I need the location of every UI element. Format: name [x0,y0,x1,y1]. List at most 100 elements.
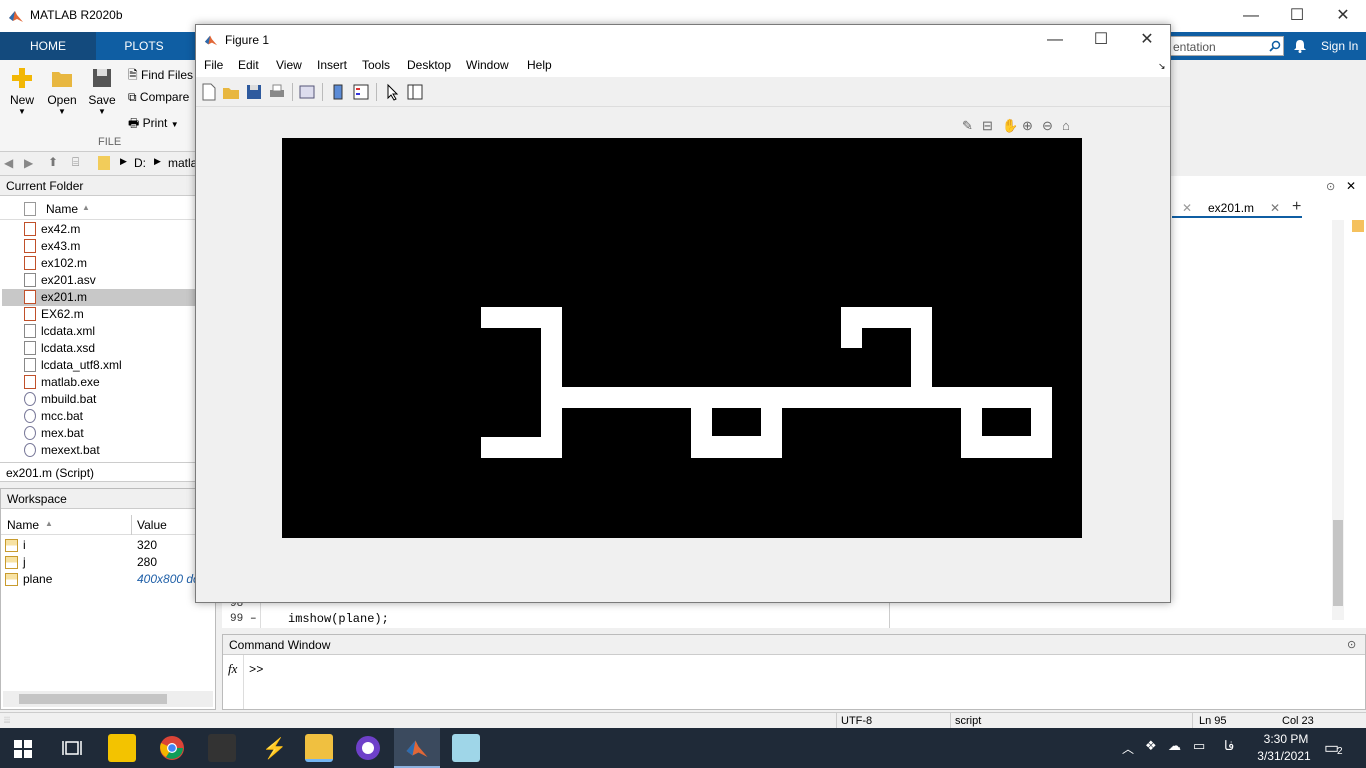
figure-minimize-button[interactable]: — [1032,25,1078,55]
fx-icon[interactable]: fx [228,661,237,677]
clock-time[interactable]: 3:30 PM [1256,732,1316,746]
close-tab-icon[interactable]: ✕ [1182,201,1192,215]
figure-close-button[interactable]: ✕ [1124,25,1170,55]
workspace-value-column[interactable]: Value [137,518,167,532]
tab-plots[interactable]: PLOTS [96,32,192,60]
file-item[interactable]: ex43.m [22,238,196,255]
forward-icon[interactable]: ▶ [24,156,33,170]
print-button[interactable]: 🖶 Print ▼ [128,114,196,135]
menu-window[interactable]: Window [466,58,509,72]
column-divider[interactable] [131,515,132,535]
property-inspector-icon[interactable] [406,83,424,101]
file-item[interactable]: EX62.m [22,306,196,323]
github-icon[interactable] [355,735,381,761]
path-folder[interactable]: matla [168,156,197,170]
breakpoint-marker[interactable]: – [250,613,257,625]
menu-help[interactable]: Help [527,58,552,72]
file-item[interactable]: lcdata_utf8.xml [22,357,196,374]
file-item[interactable]: matlab.exe [22,374,196,391]
chrome-icon[interactable] [159,735,185,761]
panel-options-icon[interactable]: ⊙ [1347,638,1356,651]
save-button[interactable]: Save ▼ [84,66,120,116]
sign-in-link[interactable]: Sign In [1321,39,1358,53]
workspace-name-column[interactable]: Name [7,518,39,532]
close-tab-icon[interactable]: ✕ [1270,201,1280,215]
new-figure-icon[interactable] [200,83,218,101]
insert-legend-icon[interactable] [352,83,370,101]
flash-app-icon[interactable]: ⚡ [262,736,287,761]
zoom-in-icon[interactable]: ⊕ [1022,118,1033,134]
task-view-icon[interactable] [62,739,82,757]
edit-plot-cursor-icon[interactable] [384,83,402,101]
home-icon[interactable]: ⌂ [1062,118,1070,133]
code-line[interactable]: imshow(plane); [288,612,389,626]
file-item[interactable]: mcc.bat [22,408,196,425]
file-item[interactable]: mexext.bat [22,442,196,459]
cloud-icon[interactable]: ☁ [1168,738,1181,754]
print-figure-icon[interactable] [268,83,286,101]
workspace-horizontal-scrollbar[interactable] [3,691,213,707]
menu-insert[interactable]: Insert [317,58,347,72]
file-item[interactable]: ex201.m [2,289,196,306]
battery-icon[interactable]: ▭ [1193,738,1205,754]
menu-view[interactable]: View [276,58,302,72]
file-item[interactable]: mbuild.bat [22,391,196,408]
figure-image[interactable] [282,138,1082,538]
maximize-button[interactable]: ☐ [1274,0,1320,32]
menu-edit[interactable]: Edit [238,58,259,72]
compare-button[interactable]: ⧉ Compare [128,90,196,105]
name-column-header[interactable]: Name ▲ [0,196,196,220]
find-files-button[interactable]: 🗎 Find Files [128,66,196,87]
minimize-button[interactable]: — [1228,0,1274,32]
workspace-variable-row[interactable]: j 280 [1,554,215,571]
up-folder-icon[interactable]: ⬆ [48,155,58,169]
clock-date[interactable]: 3/31/2021 [1252,749,1316,763]
brush-icon[interactable]: ✎ [962,118,973,134]
zoom-out-icon[interactable]: ⊖ [1042,118,1053,134]
menu-tools[interactable]: Tools [362,58,390,72]
new-tab-icon[interactable]: + [1292,198,1301,216]
matlab-taskbar-button[interactable] [394,728,440,768]
windows-start-icon[interactable] [14,740,32,758]
bell-icon[interactable] [1293,39,1307,53]
path-drive[interactable]: D: [134,156,146,170]
close-panel-icon[interactable]: ✕ [1346,179,1356,193]
search-documentation-input[interactable]: entation [1168,36,1284,56]
figure-maximize-button[interactable]: ☐ [1078,25,1124,55]
menu-file[interactable]: File [204,58,223,72]
file-item[interactable]: lcdata.xsd [22,340,196,357]
scrollbar-thumb[interactable] [1333,520,1343,606]
link-plot-icon[interactable] [298,83,316,101]
editor-vertical-scrollbar[interactable] [1332,220,1344,620]
open-button[interactable]: Open ▼ [44,66,80,116]
menu-desktop[interactable]: Desktop [407,58,451,72]
file-item[interactable]: ex42.m [22,221,196,238]
language-indicator[interactable]: فا [1224,738,1234,754]
new-button[interactable]: New ▼ [4,66,40,116]
file-item[interactable]: lcdata.xml [22,323,196,340]
notes-app-icon[interactable] [452,734,480,762]
browse-icon[interactable]: ⌸ [72,155,79,170]
back-icon[interactable]: ◀ [4,156,13,170]
open-file-icon[interactable] [222,83,240,101]
file-explorer-icon[interactable] [305,734,333,762]
chevron-up-icon[interactable]: ︿ [1122,740,1134,757]
file-item[interactable]: mex.bat [22,425,196,442]
scrollbar-thumb[interactable] [19,694,167,704]
player-app-icon[interactable] [108,734,136,762]
datatip-icon[interactable]: ⊟ [982,118,993,134]
pan-hand-icon[interactable]: ✋ [1002,118,1018,134]
file-item[interactable]: ex201.asv [22,272,196,289]
insert-colorbar-icon[interactable] [329,83,347,101]
save-figure-icon[interactable] [245,83,263,101]
tab-home[interactable]: HOME [0,32,96,60]
workspace-variable-row[interactable]: i 320 [1,537,215,554]
workspace-variable-row[interactable]: plane 400x800 dou [1,571,215,588]
dock-arrow-icon[interactable]: ↘ [1158,61,1166,72]
close-button[interactable]: ✕ [1320,0,1366,32]
dropbox-icon[interactable]: ❖ [1145,738,1157,754]
video-app-icon[interactable] [208,734,236,762]
panel-options-icon[interactable]: ⊙ [1326,180,1335,193]
code-analyzer-indicator[interactable] [1352,220,1364,232]
command-prompt[interactable]: >> [249,663,263,677]
